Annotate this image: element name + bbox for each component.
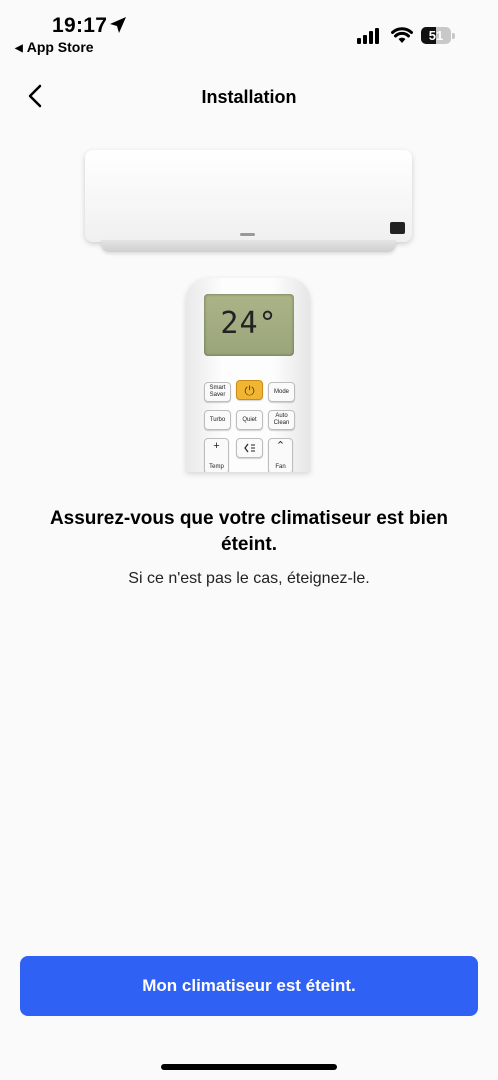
air-conditioner-illustration — [85, 150, 412, 258]
back-to-app-store-link[interactable]: ◀ App Store — [15, 39, 94, 55]
remote-fan-button: ⌃ Fan — [268, 438, 293, 472]
remote-quiet-button: Quiet — [236, 410, 263, 430]
remote-swing-icon — [236, 438, 263, 458]
home-indicator[interactable] — [161, 1064, 337, 1070]
remote-fan-label: Fan — [275, 464, 286, 470]
remote-mode-button: Mode — [268, 382, 295, 402]
wifi-icon — [391, 27, 413, 43]
back-app-label: App Store — [26, 39, 94, 55]
remote-auto-clean-button: Auto Clean — [268, 410, 295, 430]
confirm-ac-off-button-label: Mon climatiseur est éteint. — [142, 976, 356, 995]
remote-temp-label: Temp — [209, 464, 224, 470]
remote-power-icon: ⏻ — [236, 380, 263, 400]
confirm-ac-off-button[interactable]: Mon climatiseur est éteint. — [20, 956, 478, 1016]
back-triangle-icon: ◀ — [15, 43, 23, 54]
status-bar: 19:17 ◀ App Store 51 — [0, 0, 498, 60]
remote-temp-button: + Temp — [204, 438, 229, 472]
battery-level: 51 — [428, 28, 444, 43]
page-title: Installation — [201, 87, 297, 107]
remote-turbo-button: Turbo — [204, 410, 231, 430]
instruction-subtext: Si ce n'est pas le cas, éteignez-le. — [128, 570, 370, 587]
location-arrow-icon — [110, 17, 126, 33]
instruction-heading: Assurez-vous que votre climatiseur est b… — [49, 508, 449, 555]
remote-display-temp: 24° — [220, 306, 278, 341]
cellular-signal-icon — [357, 28, 379, 44]
remote-temp-plus: + — [213, 440, 220, 452]
remote-display: 24° — [204, 294, 294, 356]
status-time: 19:17 — [52, 14, 108, 37]
remote-control-illustration: 24° Smart Saver ⏻ Mode Turbo Quiet Auto … — [186, 278, 310, 472]
remote-smart-saver-button: Smart Saver — [204, 382, 231, 402]
battery-icon: 51 — [421, 27, 455, 44]
remote-fan-up-chevron-icon: ⌃ — [275, 440, 286, 452]
